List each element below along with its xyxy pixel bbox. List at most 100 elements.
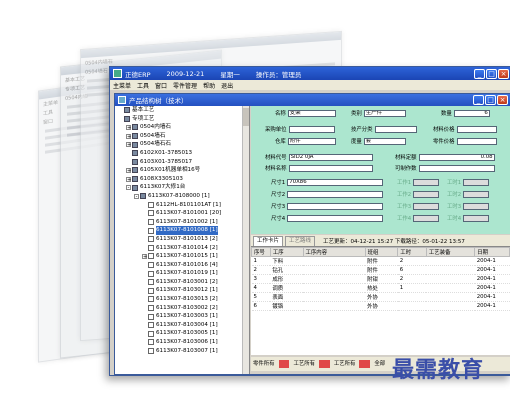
tree-item[interactable]: +6105X01机器单相16号 (115, 166, 249, 175)
tree-item[interactable]: 6113K07-8101013 [2] (115, 235, 249, 244)
part-all-button[interactable] (278, 360, 290, 368)
tree-item[interactable]: +0504墙石石 (115, 140, 249, 149)
part-all-label[interactable]: 零件所有 (251, 360, 277, 368)
maximize-icon[interactable]: □ (485, 95, 496, 105)
tree-item[interactable]: +6113K07-8101015 [1] (115, 252, 249, 261)
hour1-input[interactable] (463, 178, 490, 186)
tree-item[interactable]: 6113K07-8101019 [1] (115, 269, 249, 278)
menu-item-window[interactable]: 窗口 (155, 81, 167, 90)
tree-item[interactable]: 6113K07-8101014 [2] (115, 244, 249, 253)
unit-input[interactable] (288, 125, 335, 133)
expand-icon[interactable]: + (126, 176, 131, 182)
tree-item[interactable]: +0504内墙石 (115, 123, 249, 132)
name-input[interactable]: 支架 (287, 109, 336, 117)
table-row[interactable]: 5 表面 外协 2004-1 (251, 292, 510, 302)
tree-item[interactable]: 6113K07-8103013 [2] (115, 295, 249, 304)
tree-item[interactable]: 6113K07-8101001 [20] (115, 209, 249, 218)
tree-item[interactable]: 6113K07-8101016 [4] (115, 261, 249, 270)
work4-input[interactable] (413, 214, 440, 222)
minimize-icon[interactable]: _ (474, 68, 485, 79)
table-row[interactable]: 1 下料 附件 2 2004-1 (251, 256, 510, 266)
close-icon[interactable]: × (498, 68, 509, 79)
mat-spec-input[interactable] (418, 164, 495, 172)
process-all-button-2[interactable] (359, 360, 371, 368)
work2-input[interactable] (413, 190, 440, 198)
col-header[interactable]: 工序内容 (302, 247, 366, 257)
menu-item-tools[interactable]: 工具 (137, 81, 149, 90)
menu-item-exit[interactable]: 退出 (221, 81, 233, 90)
col-header[interactable]: 日期 (474, 247, 510, 257)
minimize-icon[interactable]: _ (473, 95, 484, 105)
menu-item-parts[interactable]: 零件管理 (173, 81, 197, 90)
tree-item[interactable]: 6113K07-8103003 [1] (115, 312, 249, 321)
tree-item[interactable]: 6113K07-8103006 [1] (115, 338, 249, 347)
col-header[interactable]: 工序 (269, 247, 304, 257)
tree-item[interactable]: 6113K07-8103002 [2] (115, 304, 249, 313)
tree-item[interactable]: 6113K07-8103001 [2] (115, 278, 249, 287)
tree-item[interactable]: +6108X3305103 (115, 175, 249, 184)
mat-quota-input[interactable]: 0.08 (418, 153, 495, 161)
process-all-label[interactable]: 工艺所有 (291, 360, 317, 368)
work3-input[interactable] (413, 202, 440, 210)
tree-item[interactable]: 6113K07-8101002 [1] (115, 218, 249, 227)
tree-item[interactable]: 6103X01-3785017 (115, 158, 249, 167)
table-row[interactable]: 3 成形 附钳 2 2004-1 (251, 274, 510, 284)
warehouse-input[interactable]: 附件 (287, 137, 336, 145)
hour4-input[interactable] (463, 214, 490, 222)
collapse-icon[interactable]: - (134, 193, 139, 199)
tab-process-route[interactable]: 工艺路线 (285, 235, 316, 246)
col-header[interactable]: 序号 (251, 247, 271, 257)
col-header[interactable]: 工艺装备 (425, 247, 476, 257)
process-all-button[interactable] (319, 360, 330, 368)
table-row[interactable]: 6 镀铬 外协 2004-1 (251, 301, 510, 311)
tree-scrollbar[interactable] (242, 106, 249, 374)
part-price-input[interactable] (456, 137, 497, 145)
size4-input[interactable] (287, 214, 384, 222)
mat-name-input[interactable] (288, 164, 373, 172)
tree-item[interactable]: 6113K07-8103005 [1] (115, 329, 249, 338)
work1-input[interactable] (413, 178, 440, 186)
qty-unit-input[interactable]: 套 (363, 137, 406, 145)
table-row[interactable]: 4 调质 热处 1 2004-1 (251, 283, 510, 293)
collapse-icon[interactable]: - (126, 185, 131, 191)
tree-item[interactable]: 6113K07-8101008 [1] (115, 226, 249, 235)
mat-code-input[interactable]: SID2 0JA (288, 153, 373, 161)
hour2-input[interactable] (463, 190, 490, 198)
tab-work-card[interactable]: 工作卡片 (253, 235, 284, 246)
menu-item-help[interactable]: 帮助 (203, 81, 215, 90)
table-row[interactable]: 2 钻孔 附件 6 2004-1 (251, 265, 510, 275)
material-price-input[interactable] (456, 125, 497, 133)
expand-icon[interactable]: + (142, 253, 147, 259)
hour3-input[interactable] (463, 202, 490, 210)
tree-item[interactable]: 6113K07-8103007 [1] (115, 347, 249, 356)
tree-item[interactable]: 6102X01-3785013 (115, 149, 249, 158)
expand-icon[interactable]: + (126, 133, 131, 139)
size3-input[interactable] (287, 202, 384, 210)
col-header[interactable]: 班组 (364, 247, 399, 257)
tree-item[interactable]: - 6113K07大修1台 (115, 183, 249, 192)
tree-item[interactable]: 基本工艺 (115, 106, 249, 115)
all-label[interactable]: 全部 (372, 360, 387, 368)
child-title-bar[interactable]: 产品结构树（技术） _ □ × (115, 94, 510, 106)
category-input[interactable]: 生产件 (363, 109, 406, 117)
close-icon[interactable]: × (497, 95, 508, 105)
expand-icon[interactable]: + (126, 142, 131, 148)
col-header[interactable]: 工时 (397, 247, 427, 257)
expand-icon[interactable]: + (126, 124, 131, 130)
tree-item[interactable]: - 6113K07-8108000 [1] (115, 192, 249, 201)
maximize-icon[interactable]: □ (486, 68, 497, 79)
size1-input[interactable]: 70X86 (287, 178, 384, 186)
tree-item[interactable]: 6113K07-8103012 [1] (115, 286, 249, 295)
size2-input[interactable] (287, 190, 384, 198)
tree-item[interactable]: +0504墙石 (115, 132, 249, 141)
title-bar[interactable]: 正德ERP 2009-12-21 星期一 操作员：管理员 _ □ × (110, 67, 510, 80)
expand-icon[interactable]: + (126, 167, 131, 173)
tree-item[interactable]: 6112HL-8101101AT [1] (115, 201, 249, 210)
scroll-thumb[interactable] (243, 108, 249, 126)
qty-input[interactable]: 6 (453, 109, 490, 117)
tree-item[interactable]: 专项工艺 (115, 115, 249, 124)
process-all-label-2[interactable]: 工艺所有 (332, 360, 358, 368)
menu-item-main[interactable]: 主菜单 (113, 81, 131, 90)
tree-item[interactable]: 6113K07-8103004 [1] (115, 321, 249, 330)
class-input[interactable] (374, 125, 417, 133)
